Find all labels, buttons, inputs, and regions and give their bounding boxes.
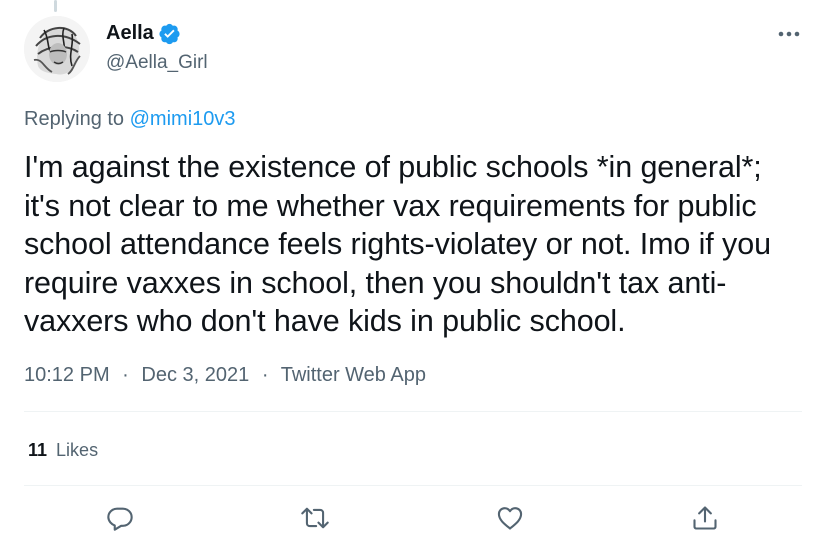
retweet-button[interactable] [295, 498, 335, 538]
likes-count: 11 [28, 440, 48, 460]
more-icon [778, 31, 800, 37]
tweet-metadata: 10:12 PM · Dec 3, 2021 · Twitter Web App [24, 364, 426, 387]
reply-icon [107, 507, 133, 531]
reply-mention-link[interactable]: @mimi10v3 [130, 108, 236, 130]
share-icon [693, 506, 717, 530]
likes-stat[interactable]: 11 Likes [28, 440, 98, 461]
meta-separator: · [261, 364, 269, 386]
share-button[interactable] [685, 498, 725, 538]
tweet-date-link[interactable]: Dec 3, 2021 [141, 364, 249, 386]
name-row: Aella [106, 22, 181, 45]
tweet-text: I'm against the existence of public scho… [24, 150, 771, 338]
tweet-header: Aella @Aella_Girl [24, 16, 802, 82]
tweet-action-bar [24, 498, 802, 538]
heart-icon [497, 507, 523, 530]
more-options-button[interactable] [776, 26, 802, 42]
replying-to-label: Replying to [24, 108, 125, 130]
tweet-time-link[interactable]: 10:12 PM [24, 364, 110, 386]
retweet-icon [301, 507, 329, 529]
display-name[interactable]: Aella [106, 22, 154, 45]
thread-connector-line [54, 0, 57, 12]
divider [24, 411, 802, 412]
avatar-image [24, 16, 90, 82]
replying-to: Replying to @mimi10v3 [24, 108, 236, 131]
avatar[interactable] [24, 16, 90, 82]
divider [24, 485, 802, 486]
verified-badge-icon [158, 22, 181, 45]
tweet-source-link[interactable]: Twitter Web App [281, 364, 426, 386]
meta-separator: · [122, 364, 129, 386]
user-handle[interactable]: @Aella_Girl [106, 52, 208, 74]
likes-label: Likes [56, 440, 99, 460]
reply-button[interactable] [100, 498, 140, 538]
like-button[interactable] [490, 498, 530, 538]
